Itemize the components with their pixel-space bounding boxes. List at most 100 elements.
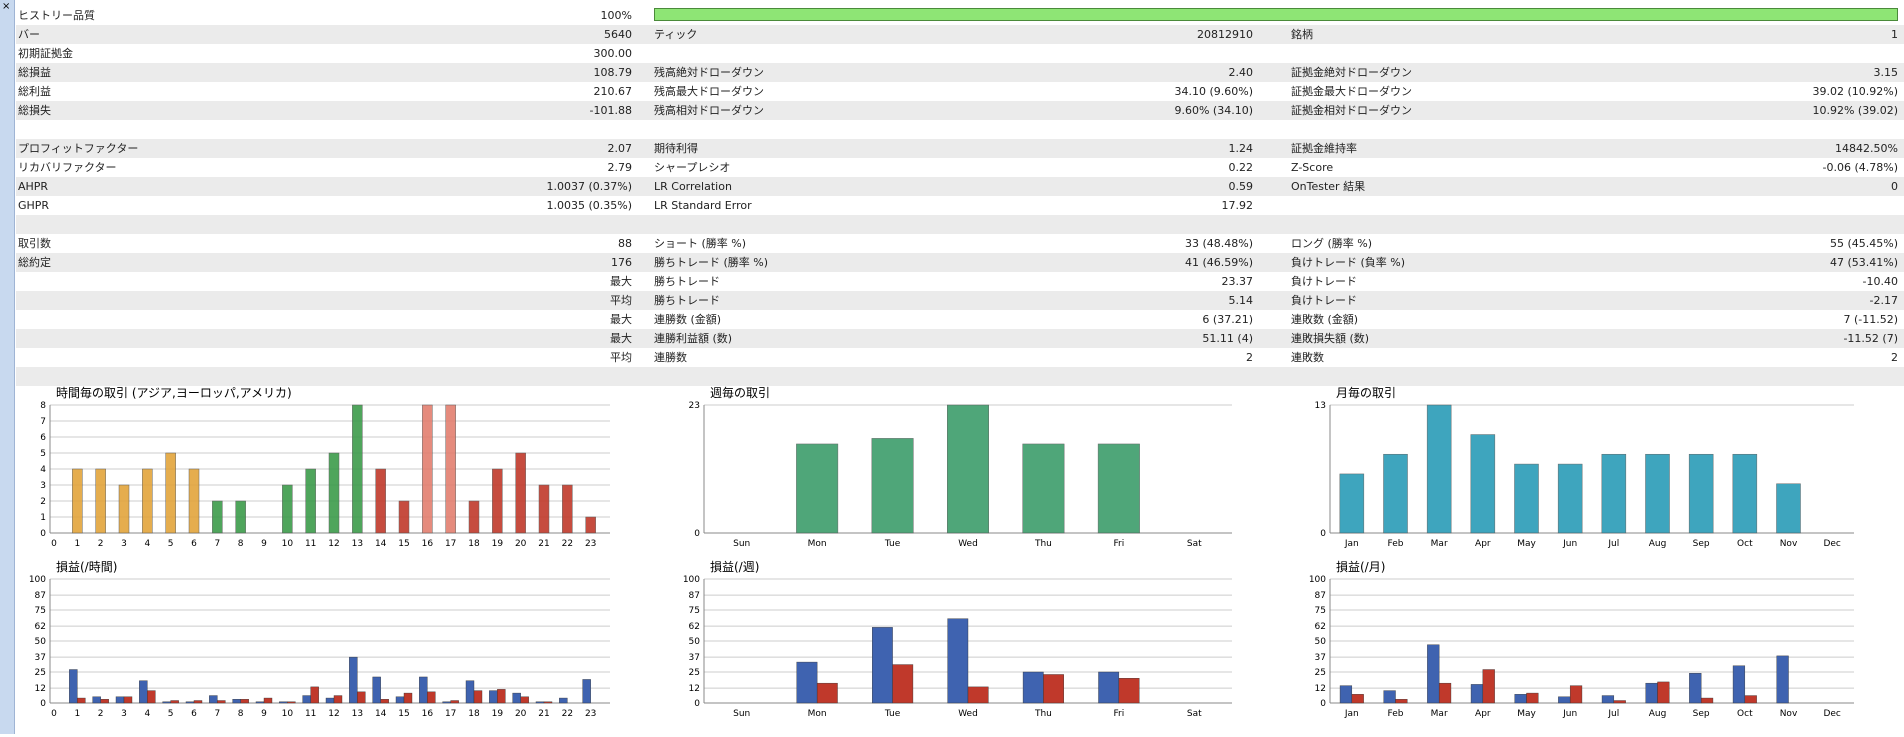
loss-bar <box>1118 678 1140 704</box>
loss-bar <box>1438 682 1452 704</box>
y-tick-label: 0 <box>694 699 700 709</box>
x-tick-label: Sun <box>733 709 750 719</box>
summary-label-2: LR Correlation <box>654 180 732 193</box>
summary-label-1: 総約定 <box>18 256 51 269</box>
summary-label-3: OnTester 結果 <box>1291 180 1366 193</box>
profit-bar <box>279 701 288 704</box>
summary-row: 取引数 88 ショート (勝率 %) 33 (48.48%) ロング (勝率 %) 55 … <box>16 234 1904 253</box>
loss-bar <box>333 695 343 704</box>
summary-value-2: 51.11 (4) <box>1202 332 1253 345</box>
bar <box>305 468 316 534</box>
summary-value-2: 20812910 <box>1197 28 1253 41</box>
bar <box>796 443 839 534</box>
summary-value-3: -10.40 <box>1862 275 1898 288</box>
x-tick-label: 17 <box>445 709 456 719</box>
summary-value-3: 55 (45.45%) <box>1829 237 1898 250</box>
summary-label-3: 連敗数 (金額) <box>1291 313 1359 326</box>
x-tick-label: Oct <box>1737 709 1753 719</box>
bar <box>1097 443 1140 534</box>
x-tick-label: 15 <box>398 539 409 549</box>
summary-label-1: AHPR <box>18 180 49 193</box>
summary-value-1: 210.67 <box>593 85 633 98</box>
profit-bar <box>1645 682 1658 704</box>
x-tick-label: 10 <box>282 539 294 549</box>
y-tick-label: 87 <box>689 591 700 601</box>
x-tick-label: Oct <box>1737 539 1753 549</box>
loss-bar <box>403 692 413 704</box>
summary-row: 初期証拠金 300.00 <box>16 44 1904 63</box>
x-tick-label: Mon <box>808 709 827 719</box>
summary-row: 総利益 210.67 残高最大ドローダウン 34.10 (9.60%) 証拠金最大ドロー… <box>16 82 1904 101</box>
x-tick-label: Apr <box>1475 709 1491 719</box>
profit-bar <box>1022 671 1044 704</box>
profit-bar <box>1776 655 1789 704</box>
chart-3: 損益(/時間)0122537506275871000 1 2 3 4 5 6 7 8 9 10 11 1… <box>29 559 610 719</box>
loss-bar <box>1700 697 1714 704</box>
summary-row: 総損益 108.79 残高絶対ドローダウン 2.40 証拠金絶対ドローダウン 3.15 <box>16 63 1904 82</box>
y-tick-label: 3 <box>40 481 46 491</box>
chart-title: 時間毎の取引 (アジア,ヨーロッパ,アメリカ) <box>56 385 292 400</box>
x-tick-label: 23 <box>585 539 596 549</box>
x-tick-label: Sat <box>1187 709 1202 719</box>
summary-value-3: 0 <box>1891 180 1898 193</box>
x-tick-label: 7 <box>214 539 220 549</box>
x-tick-label: 22 <box>562 539 573 549</box>
x-tick-label: 4 <box>144 539 150 549</box>
loss-bar <box>473 690 483 704</box>
bar <box>165 452 176 534</box>
x-tick-label: 2 <box>98 539 104 549</box>
x-tick-label: 14 <box>375 539 387 549</box>
x-tick-label: Sun <box>733 539 750 549</box>
summary-label-1: GHPR <box>18 199 50 212</box>
profit-bar <box>92 696 101 704</box>
loss-bar <box>147 690 156 704</box>
x-tick-label: Feb <box>1388 709 1404 719</box>
close-icon[interactable]: × <box>2 1 10 13</box>
y-tick-label: 75 <box>1315 606 1326 616</box>
bar <box>352 404 363 534</box>
x-tick-label: Fri <box>1113 539 1124 549</box>
profit-bar <box>302 695 311 704</box>
summary-value-3: -0.06 (4.78%) <box>1822 161 1899 174</box>
x-tick-label: Aug <box>1649 709 1667 719</box>
y-tick-label: 50 <box>689 637 701 647</box>
summary-label-3: 証拠金維持率 <box>1291 142 1357 155</box>
summary-label-3: Z-Score <box>1291 161 1334 174</box>
summary-value-1: 300.00 <box>593 47 633 60</box>
y-tick-label: 4 <box>40 465 46 475</box>
x-tick-label: Jun <box>1562 539 1577 549</box>
y-tick-label: 0 <box>694 529 700 539</box>
chart-0: 時間毎の取引 (アジア,ヨーロッパ,アメリカ)0123456780 1 2 3 4 5 6 7… <box>40 385 610 549</box>
bar <box>118 484 130 534</box>
y-tick-label: 12 <box>35 684 46 694</box>
bar <box>1601 453 1627 534</box>
profit-bar <box>1514 694 1527 704</box>
summary-value-3: 14842.50% <box>1835 142 1898 155</box>
x-tick-label: 4 <box>144 709 150 719</box>
summary-label-2: ショート (勝率 %) <box>654 237 747 250</box>
profit-bar <box>1427 644 1440 704</box>
summary-value-2: 41 (46.59%) <box>1184 256 1253 269</box>
summary-label-3: 連敗数 <box>1291 351 1324 364</box>
summary-value-1: -101.88 <box>589 104 632 117</box>
summary-label-2: 残高最大ドローダウン <box>654 85 764 98</box>
charts-svg: 時間毎の取引 (アジア,ヨーロッパ,アメリカ)0123456780 1 2 3 4 5 6 7… <box>29 385 1854 719</box>
bar <box>95 468 106 534</box>
x-tick-label: 10 <box>282 709 294 719</box>
x-tick-label: 1 <box>74 539 80 549</box>
loss-bar <box>1526 692 1539 704</box>
x-tick-label: 18 <box>468 709 480 719</box>
x-tick-label: 13 <box>352 709 363 719</box>
profit-bar <box>139 680 148 704</box>
x-tick-label: 22 <box>562 709 573 719</box>
x-tick-label: 16 <box>422 709 434 719</box>
summary-value-3: 39.02 (10.92%) <box>1812 85 1898 98</box>
loss-bar <box>380 699 389 704</box>
x-tick-label: 8 <box>238 539 244 549</box>
loss-bar <box>1569 685 1583 704</box>
summary-label-1: リカバリファクター <box>18 161 117 174</box>
summary-value-3: 3.15 <box>1873 66 1899 79</box>
x-tick-label: 21 <box>538 539 549 549</box>
summary-row: 平均 勝ちトレード 5.14 負けトレード -2.17 <box>16 291 1904 310</box>
summary-value-2: 2.40 <box>1228 66 1254 79</box>
